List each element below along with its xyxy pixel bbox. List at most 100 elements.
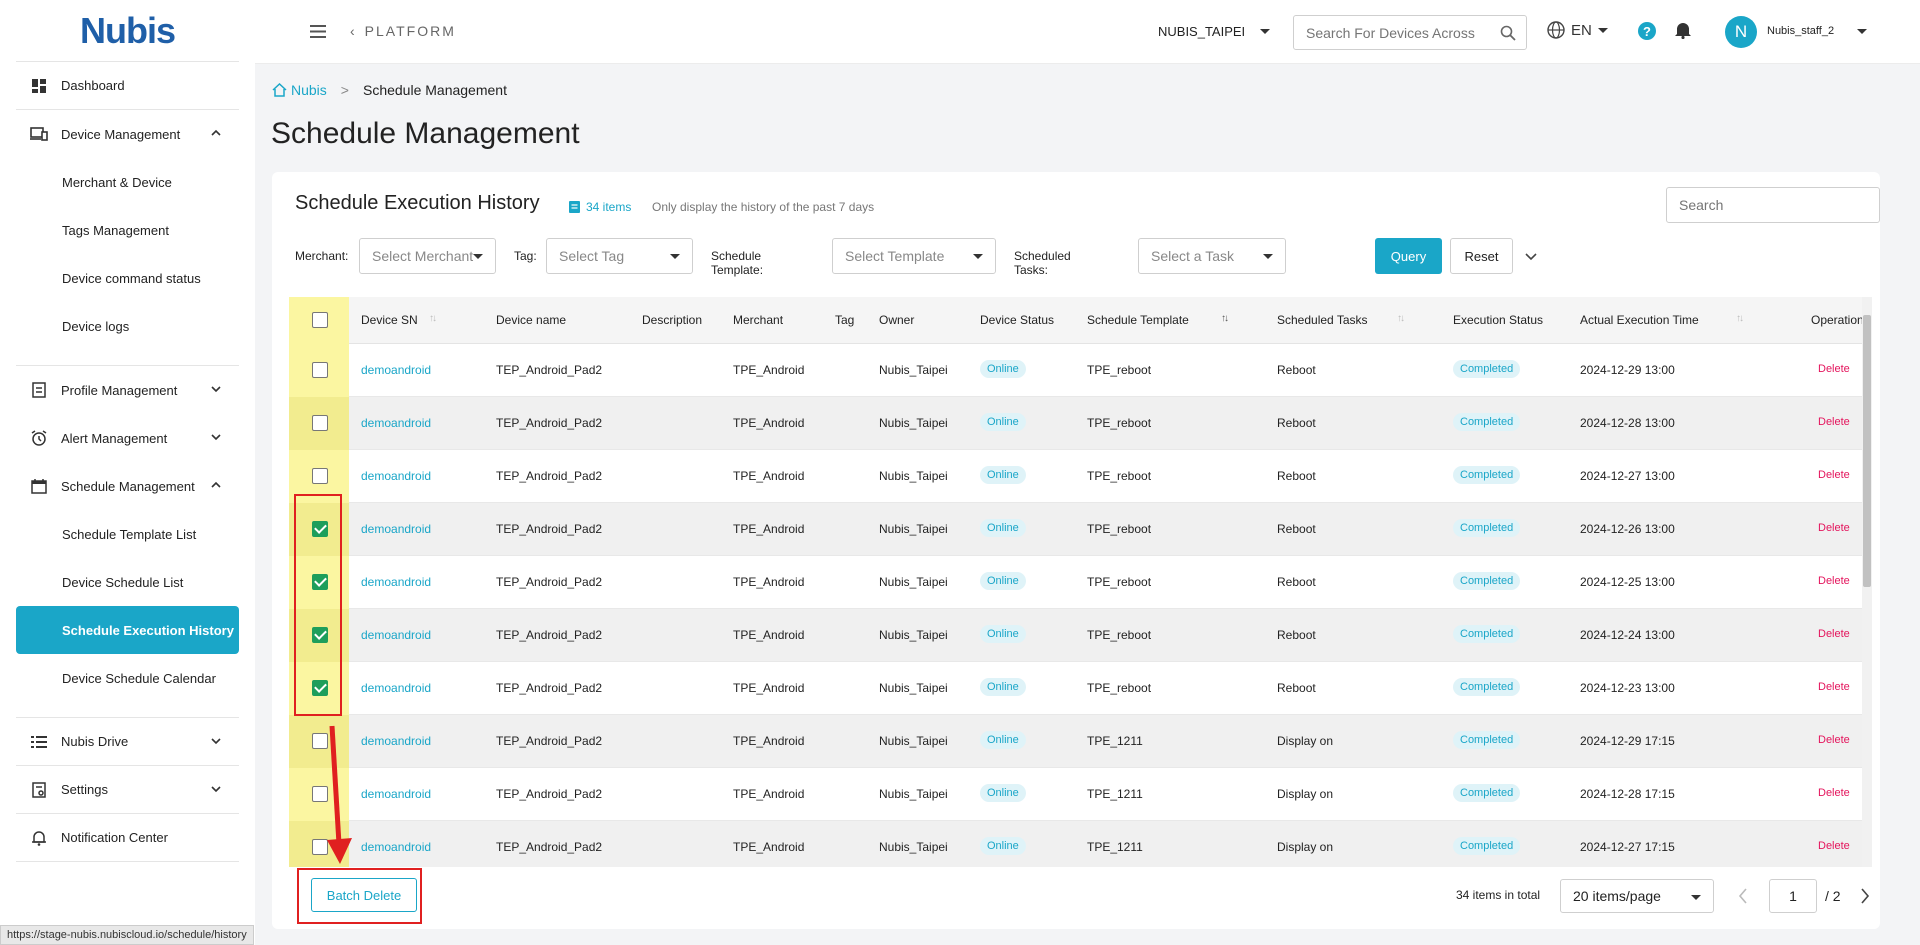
sidebar-item-notification-center[interactable]: Notification Center xyxy=(16,814,239,862)
sidebar-item-device-command-status[interactable]: Device command status xyxy=(16,254,239,302)
globe-icon xyxy=(1547,21,1565,39)
table-scrollbar[interactable] xyxy=(1862,297,1872,867)
notification-bell-icon[interactable] xyxy=(1675,21,1691,39)
language-selector[interactable]: EN xyxy=(1547,21,1608,39)
device-sn-link[interactable]: demoandroid xyxy=(361,840,431,854)
execution-status-badge: Completed xyxy=(1453,360,1521,378)
platform-back-link[interactable]: ‹ PLATFORM xyxy=(350,23,456,39)
device-sn-link[interactable]: demoandroid xyxy=(361,787,431,801)
select-all-checkbox[interactable] xyxy=(312,312,328,328)
annotation-checkbox-box xyxy=(294,494,342,716)
next-page-icon[interactable] xyxy=(1860,888,1870,904)
template-select[interactable]: Select Template xyxy=(832,238,996,274)
sidebar-item-tags-management[interactable]: Tags Management xyxy=(16,206,239,254)
language-label: EN xyxy=(1571,21,1592,39)
sort-icon[interactable]: ↑↓ xyxy=(1736,313,1744,324)
sidebar-item-device-management[interactable]: Device Management xyxy=(16,110,239,158)
column-header-scheduled-tasks[interactable]: Scheduled Tasks xyxy=(1277,313,1368,327)
row-checkbox[interactable] xyxy=(312,362,328,378)
delete-link[interactable]: Delete xyxy=(1818,416,1850,428)
sidebar-item-schedule-template-list[interactable]: Schedule Template List xyxy=(16,510,239,558)
global-search xyxy=(1293,15,1527,50)
query-button[interactable]: Query xyxy=(1375,238,1442,274)
device-sn-link[interactable]: demoandroid xyxy=(361,575,431,589)
chevron-down-icon xyxy=(211,434,221,441)
sidebar-item-settings[interactable]: Settings xyxy=(16,766,239,814)
nubis-logo[interactable]: Nubis xyxy=(16,0,239,62)
home-icon xyxy=(272,83,287,97)
sidebar-item-device-schedule-calendar[interactable]: Device Schedule Calendar xyxy=(16,654,239,702)
breadcrumb-home-link[interactable]: Nubis xyxy=(272,82,327,98)
column-header-execution-status: Execution Status xyxy=(1453,313,1544,327)
delete-link[interactable]: Delete xyxy=(1818,363,1850,375)
row-checkbox[interactable] xyxy=(312,415,328,431)
column-header-schedule-template[interactable]: Schedule Template xyxy=(1087,313,1189,327)
scrollbar-thumb[interactable] xyxy=(1863,315,1871,587)
sidebar-item-schedule-management[interactable]: Schedule Management xyxy=(16,462,239,510)
table-row: demoandroid TEP_Android_Pad2 TPE_Android Nu… xyxy=(289,556,1863,609)
merchant-cell: TPE_Android xyxy=(733,575,805,589)
breadcrumb-home-label: Nubis xyxy=(291,82,327,98)
page-size-select[interactable]: 20 items/page xyxy=(1560,879,1714,913)
expand-filters-icon[interactable] xyxy=(1525,251,1537,261)
delete-link[interactable]: Delete xyxy=(1818,522,1850,534)
execution-status-badge: Completed xyxy=(1453,731,1521,749)
sidebar-nav: Dashboard Device Management Merchant & D… xyxy=(0,62,255,862)
sidebar-item-nubis-drive[interactable]: Nubis Drive xyxy=(16,718,239,766)
device-status-badge: Online xyxy=(980,731,1026,749)
sort-icon[interactable]: ↑↓ xyxy=(1397,313,1405,324)
merchant-select[interactable]: Select Merchant xyxy=(359,238,496,274)
sort-icon[interactable]: ↑↓ xyxy=(1221,313,1229,324)
delete-link[interactable]: Delete xyxy=(1818,469,1850,481)
device-sn-link[interactable]: demoandroid xyxy=(361,522,431,536)
delete-link[interactable]: Delete xyxy=(1818,628,1850,640)
delete-link[interactable]: Delete xyxy=(1818,787,1850,799)
device-sn-link[interactable]: demoandroid xyxy=(361,469,431,483)
template-select-placeholder: Select Template xyxy=(845,248,945,264)
merchant-cell: TPE_Android xyxy=(733,522,805,536)
device-name: TEP_Android_Pad2 xyxy=(496,469,603,483)
delete-link[interactable]: Delete xyxy=(1818,575,1850,587)
row-checkbox[interactable] xyxy=(312,468,328,484)
task-select[interactable]: Select a Task xyxy=(1138,238,1286,274)
device-sn-link[interactable]: demoandroid xyxy=(361,734,431,748)
device-sn-link[interactable]: demoandroid xyxy=(361,363,431,377)
sidebar-item-device-logs[interactable]: Device logs xyxy=(16,302,239,350)
history-table: Device SN ↑↓ Device name Description Mer… xyxy=(289,297,1863,867)
help-icon[interactable]: ? xyxy=(1638,22,1656,40)
reset-button[interactable]: Reset xyxy=(1450,238,1513,274)
schedule-template-cell: TPE_1211 xyxy=(1087,840,1143,854)
column-header-device-sn[interactable]: Device SN xyxy=(361,313,418,327)
caret-down-icon xyxy=(473,254,483,259)
user-menu[interactable]: Nubis_staff_2 xyxy=(1767,25,1867,37)
sidebar-item-merchant-device[interactable]: Merchant & Device xyxy=(16,158,239,206)
schedule-template-cell: TPE_1211 xyxy=(1087,734,1143,748)
hamburger-menu-icon[interactable] xyxy=(310,25,326,38)
sidebar-item-schedule-execution-history[interactable]: Schedule Execution History xyxy=(16,606,239,654)
sidebar-item-profile-management[interactable]: Profile Management xyxy=(16,366,239,414)
column-header-actual-execution-time[interactable]: Actual Execution Time xyxy=(1580,313,1699,327)
delete-link[interactable]: Delete xyxy=(1818,840,1850,852)
sidebar-item-alert-management[interactable]: Alert Management xyxy=(16,414,239,462)
merchant-cell: TPE_Android xyxy=(733,681,805,695)
sidebar-item-dashboard[interactable]: Dashboard xyxy=(16,62,239,110)
previous-page-icon[interactable] xyxy=(1738,888,1748,904)
sidebar-item-device-schedule-list[interactable]: Device Schedule List xyxy=(16,558,239,606)
search-icon[interactable] xyxy=(1500,25,1516,41)
avatar[interactable]: N xyxy=(1725,16,1757,48)
device-sn-link[interactable]: demoandroid xyxy=(361,628,431,642)
sort-icon[interactable]: ↑↓ xyxy=(429,313,437,324)
delete-link[interactable]: Delete xyxy=(1818,681,1850,693)
annotation-arrow xyxy=(327,725,352,864)
device-sn-link[interactable]: demoandroid xyxy=(361,681,431,695)
table-search-input[interactable] xyxy=(1667,188,1879,222)
delete-link[interactable]: Delete xyxy=(1818,734,1850,746)
device-name: TEP_Android_Pad2 xyxy=(496,416,603,430)
tag-select[interactable]: Select Tag xyxy=(546,238,693,274)
device-sn-link[interactable]: demoandroid xyxy=(361,416,431,430)
scheduled-task-cell: Reboot xyxy=(1277,522,1316,536)
page-number-input[interactable]: 1 xyxy=(1769,879,1817,913)
global-search-input[interactable] xyxy=(1294,16,1484,49)
platform-label: PLATFORM xyxy=(364,23,456,39)
org-selector[interactable]: NUBIS_TAIPEI xyxy=(1158,24,1270,39)
